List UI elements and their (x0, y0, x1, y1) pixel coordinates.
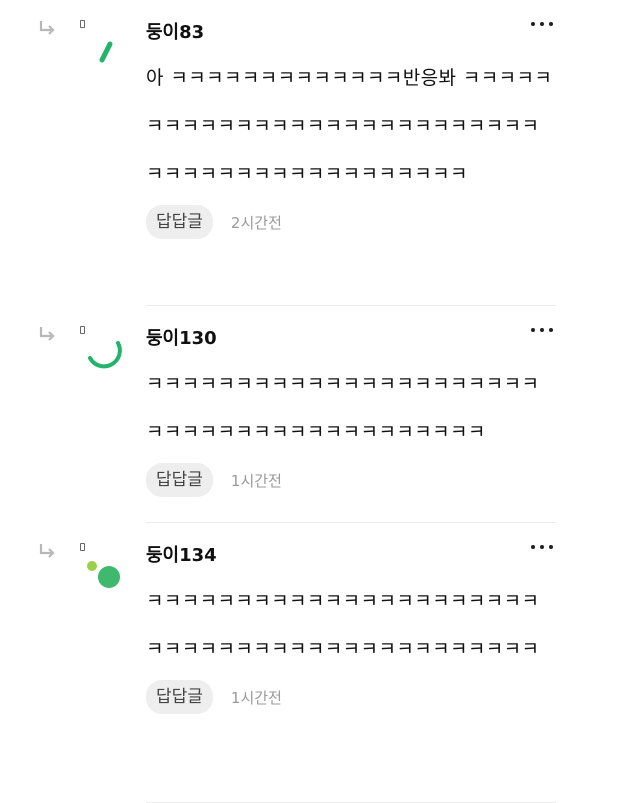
reply-arrow-icon (39, 21, 55, 35)
level-badge-icon (80, 326, 85, 334)
comment-author[interactable]: 둥이130 (146, 324, 556, 354)
reply-button[interactable]: 답답글 (146, 205, 213, 239)
reply-button[interactable]: 답답글 (146, 463, 213, 497)
reply-button[interactable]: 답답글 (146, 680, 213, 714)
level-badge-icon (80, 20, 85, 28)
reply-arrow-icon (39, 327, 55, 341)
comment-item: 둥이130 ㅋㅋㅋㅋㅋㅋㅋㅋㅋㅋㅋㅋㅋㅋㅋㅋㅋㅋㅋㅋㅋㅋㅋㅋㅋㅋㅋㅋㅋㅋㅋㅋㅋㅋ… (0, 306, 626, 523)
comment-author[interactable]: 둥이83 (146, 18, 556, 48)
comment-time: 2시간전 (230, 213, 282, 232)
comment-item: 둥이134 ㅋㅋㅋㅋㅋㅋㅋㅋㅋㅋㅋㅋㅋㅋㅋㅋㅋㅋㅋㅋㅋㅋㅋㅋㅋㅋㅋㅋㅋㅋㅋㅋㅋㅋ… (0, 523, 626, 803)
level-badge-icon (80, 543, 85, 551)
avatar[interactable] (84, 336, 128, 380)
comment-time: 1시간전 (230, 688, 282, 707)
comment-text: ㅋㅋㅋㅋㅋㅋㅋㅋㅋㅋㅋㅋㅋㅋㅋㅋㅋㅋㅋㅋㅋㅋㅋㅋㅋㅋㅋㅋㅋㅋㅋㅋㅋㅋㅋㅋㅋㅋㅋㅋ… (146, 590, 540, 660)
comment-time: 1시간전 (230, 471, 282, 490)
avatar[interactable] (84, 30, 128, 74)
comment-text: 아 ㅋㅋㅋㅋㅋㅋㅋㅋㅋㅋㅋㅋㅋ반응봐 ㅋㅋㅋㅋㅋㅋㅋㅋㅋㅋㅋㅋㅋㅋㅋㅋㅋㅋㅋㅋㅋ… (146, 67, 553, 185)
comment-item: 둥이83 아 ㅋㅋㅋㅋㅋㅋㅋㅋㅋㅋㅋㅋㅋ반응봐 ㅋㅋㅋㅋㅋㅋㅋㅋㅋㅋㅋㅋㅋㅋㅋㅋ… (0, 0, 626, 306)
avatar[interactable] (84, 553, 128, 597)
reply-arrow-icon (39, 544, 55, 558)
comment-text: ㅋㅋㅋㅋㅋㅋㅋㅋㅋㅋㅋㅋㅋㅋㅋㅋㅋㅋㅋㅋㅋㅋㅋㅋㅋㅋㅋㅋㅋㅋㅋㅋㅋㅋㅋㅋㅋㅋㅋㅋ… (146, 373, 540, 443)
comment-author[interactable]: 둥이134 (146, 541, 556, 571)
